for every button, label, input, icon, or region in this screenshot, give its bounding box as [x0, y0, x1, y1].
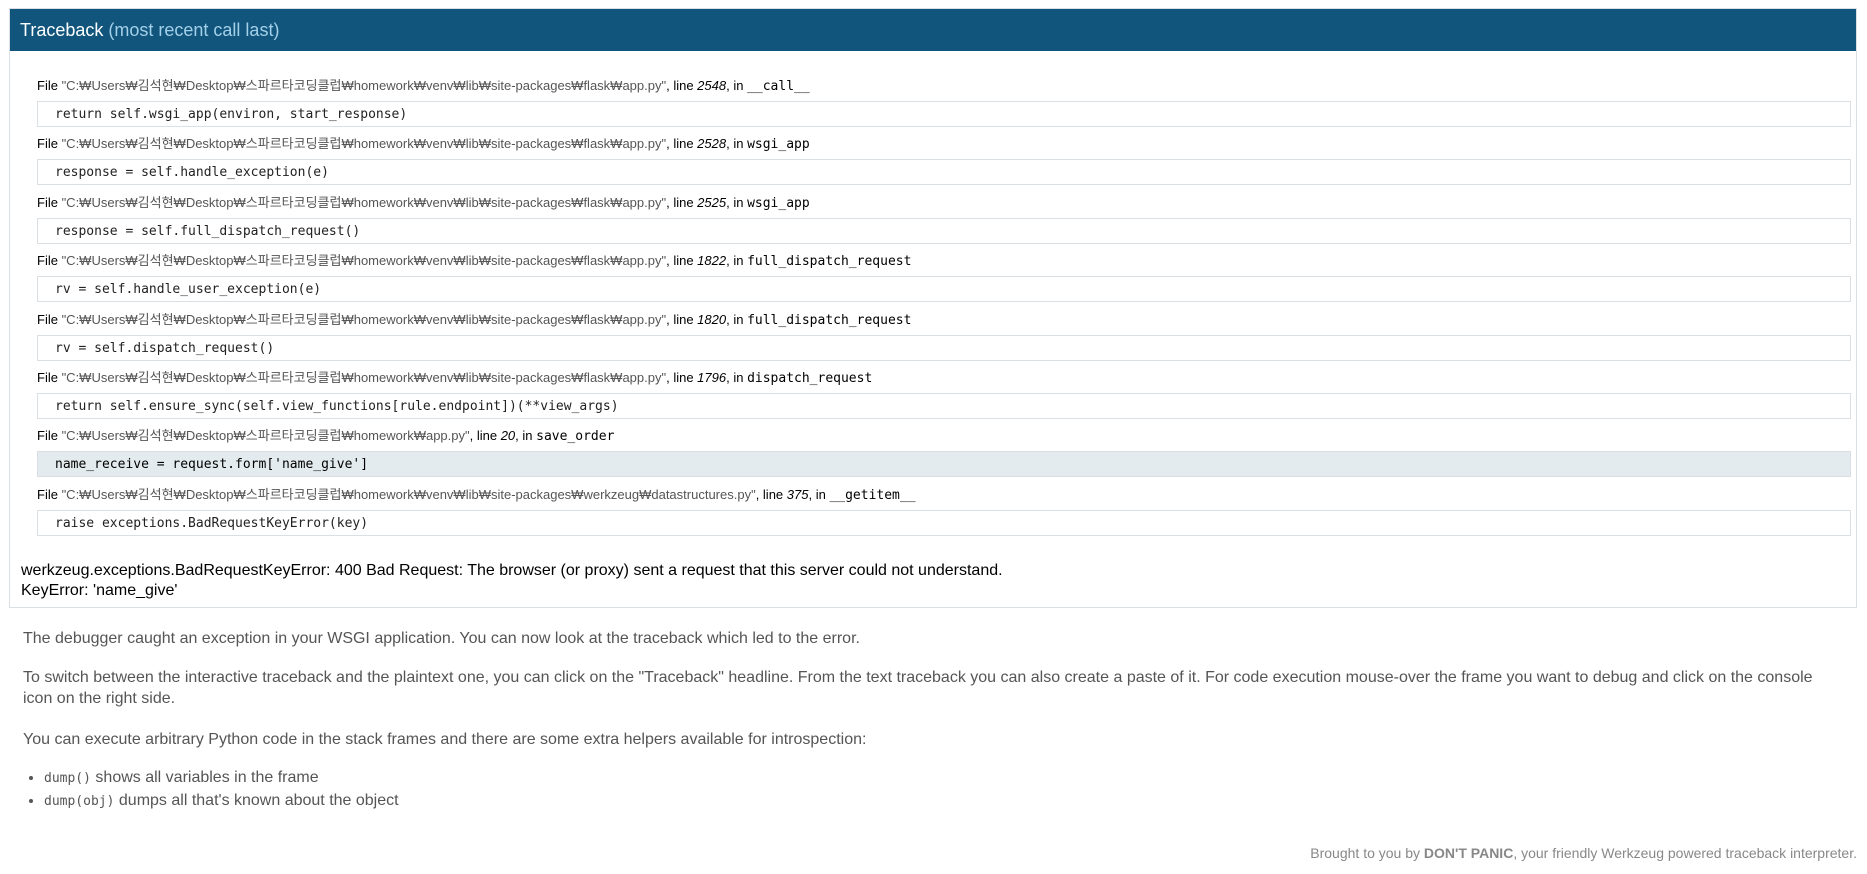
- frame-source-line[interactable]: response = self.handle_exception(e): [37, 159, 1851, 186]
- frame-lineno: 20: [500, 428, 516, 444]
- footer: Brought to you by DON'T PANIC, your frie…: [1310, 845, 1857, 861]
- traceback-subtitle[interactable]: (most recent call last): [108, 20, 279, 40]
- frame-line-label: , line: [666, 78, 698, 93]
- helper-text: dumps all that's known about the object: [114, 792, 399, 809]
- frame-filename: "C:₩Users₩김석현₩Desktop₩스파르타코딩클럽₩homework₩…: [61, 253, 667, 269]
- frame-line-label: , line: [666, 136, 698, 152]
- explanation-paragraph-3: You can execute arbitrary Python code in…: [23, 731, 867, 748]
- frame-location: File "C:₩Users₩김석현₩Desktop₩스파르타코딩클럽₩home…: [37, 369, 1851, 386]
- frame-function: wsgi_app: [747, 137, 810, 153]
- frame-prefix: File: [37, 253, 62, 269]
- frame-lineno: 2528: [697, 136, 727, 152]
- frame-lineno: 1820: [697, 311, 727, 327]
- frame-line-label: , line: [666, 253, 698, 269]
- frame-in-label: , in: [726, 194, 748, 210]
- frame-in-label: , in: [726, 369, 748, 385]
- frame-source-line[interactable]: raise exceptions.BadRequestKeyError(key): [37, 509, 1851, 536]
- frame-function: __getitem__: [829, 487, 916, 503]
- frame-in-label: , in: [726, 78, 748, 93]
- frame-in-label: , in: [726, 311, 748, 327]
- frame-location: File "C:₩Users₩김석현₩Desktop₩스파르타코딩클럽₩home…: [37, 77, 1851, 94]
- frame-prefix: File: [37, 136, 62, 152]
- traceback-frame[interactable]: File "C:₩Users₩김석현₩Desktop₩스파르타코딩클럽₩home…: [37, 252, 1851, 310]
- frame-prefix: File: [37, 311, 62, 327]
- traceback-frame[interactable]: File "C:₩Users₩김석현₩Desktop₩스파르타코딩클럽₩home…: [37, 311, 1851, 369]
- frame-prefix: File: [37, 194, 62, 210]
- frame-line-label: , line: [755, 486, 787, 502]
- frame-location: File "C:₩Users₩김석현₩Desktop₩스파르타코딩클럽₩home…: [37, 311, 1851, 328]
- frame-lineno: 2525: [697, 194, 727, 210]
- traceback-frame[interactable]: File "C:₩Users₩김석현₩Desktop₩스파르타코딩클럽₩home…: [37, 369, 1851, 427]
- frame-prefix: File: [37, 369, 62, 385]
- frame-source-line[interactable]: response = self.full_dispatch_request(): [37, 217, 1851, 244]
- frame-function: wsgi_app: [747, 195, 810, 211]
- frame-line-label: , line: [469, 428, 501, 444]
- frame-filename: "C:₩Users₩김석현₩Desktop₩스파르타코딩클럽₩homework₩…: [61, 194, 667, 210]
- frame-location: File "C:₩Users₩김석현₩Desktop₩스파르타코딩클럽₩home…: [37, 486, 1851, 503]
- explanation-paragraph-1: The debugger caught an exception in your…: [23, 630, 860, 647]
- frame-source-line[interactable]: return self.ensure_sync(self.view_functi…: [37, 392, 1851, 419]
- frame-lineno: 1796: [697, 369, 727, 385]
- exception-line-1: werkzeug.exceptions.BadRequestKeyError: …: [21, 562, 1003, 579]
- frame-lineno: 1822: [697, 253, 727, 269]
- frame-function: full_dispatch_request: [747, 254, 912, 270]
- helper-text: shows all variables in the frame: [90, 769, 319, 786]
- frame-lineno: 375: [786, 486, 809, 502]
- frame-in-label: , in: [726, 136, 748, 152]
- traceback-frame[interactable]: File "C:₩Users₩김석현₩Desktop₩스파르타코딩클럽₩home…: [37, 194, 1851, 252]
- frame-line-label: , line: [666, 369, 698, 385]
- frame-source-line[interactable]: rv = self.handle_user_exception(e): [37, 276, 1851, 303]
- frame-in-label: , in: [515, 428, 537, 444]
- frame-filename: "C:₩Users₩김석현₩Desktop₩스파르타코딩클럽₩homework₩…: [61, 428, 470, 444]
- frame-filename: "C:₩Users₩김석현₩Desktop₩스파르타코딩클럽₩homework₩…: [61, 311, 667, 327]
- frame-location: File "C:₩Users₩김석현₩Desktop₩스파르타코딩클럽₩home…: [37, 427, 1851, 444]
- frame-in-label: , in: [726, 253, 748, 269]
- frame-filename: "C:₩Users₩김석현₩Desktop₩스파르타코딩클럽₩homework₩…: [61, 78, 667, 93]
- footer-prefix: Brought to you by: [1310, 845, 1424, 861]
- frame-lineno: 2548: [697, 78, 727, 93]
- frame-prefix: File: [37, 428, 62, 444]
- frame-line-label: , line: [666, 194, 698, 210]
- frame-filename: "C:₩Users₩김석현₩Desktop₩스파르타코딩클럽₩homework₩…: [61, 369, 667, 385]
- frame-prefix: File: [37, 78, 62, 93]
- frame-function: save_order: [536, 429, 615, 445]
- helper-list: dump() shows all variables in the frame …: [23, 767, 399, 813]
- traceback-frame[interactable]: File "C:₩Users₩김석현₩Desktop₩스파르타코딩클럽₩home…: [37, 77, 1851, 135]
- helper-item: dump(obj) dumps all that's known about t…: [44, 790, 399, 813]
- traceback-frame[interactable]: File "C:₩Users₩김석현₩Desktop₩스파르타코딩클럽₩home…: [37, 135, 1851, 193]
- traceback-frame[interactable]: File "C:₩Users₩김석현₩Desktop₩스파르타코딩클럽₩home…: [37, 427, 1851, 485]
- traceback-frame[interactable]: File "C:₩Users₩김석현₩Desktop₩스파르타코딩클럽₩home…: [37, 486, 1851, 544]
- frame-location: File "C:₩Users₩김석현₩Desktop₩스파르타코딩클럽₩home…: [37, 194, 1851, 211]
- frame-source-line[interactable]: name_receive = request.form['name_give']: [37, 451, 1851, 478]
- frame-function: __call__: [747, 79, 810, 94]
- footer-suffix: , your friendly Werkzeug powered traceba…: [1513, 845, 1857, 861]
- exception-message: werkzeug.exceptions.BadRequestKeyError: …: [21, 561, 1003, 601]
- traceback-title[interactable]: Traceback: [20, 20, 103, 40]
- traceback-headline[interactable]: Traceback (most recent call last): [10, 9, 1856, 51]
- frame-function: dispatch_request: [747, 370, 873, 386]
- frame-line-label: , line: [666, 311, 698, 327]
- explanation-paragraph-2: To switch between the interactive traceb…: [23, 669, 1813, 707]
- frame-function: full_dispatch_request: [747, 312, 912, 328]
- frame-location: File "C:₩Users₩김석현₩Desktop₩스파르타코딩클럽₩home…: [37, 252, 1851, 269]
- frame-in-label: , in: [808, 486, 830, 502]
- helper-item: dump() shows all variables in the frame: [44, 767, 399, 790]
- frame-filename: "C:₩Users₩김석현₩Desktop₩스파르타코딩클럽₩homework₩…: [61, 136, 667, 152]
- footer-brand: DON'T PANIC: [1423, 845, 1514, 861]
- frame-prefix: File: [37, 486, 62, 502]
- frame-source-line[interactable]: return self.wsgi_app(environ, start_resp…: [37, 101, 1851, 127]
- helper-code: dump(obj): [44, 794, 115, 809]
- frame-list: File "C:₩Users₩김석현₩Desktop₩스파르타코딩클럽₩home…: [37, 77, 1851, 544]
- frame-location: File "C:₩Users₩김석현₩Desktop₩스파르타코딩클럽₩home…: [37, 135, 1851, 152]
- frame-filename: "C:₩Users₩김석현₩Desktop₩스파르타코딩클럽₩homework₩…: [61, 486, 756, 502]
- exception-line-2: KeyError: 'name_give': [21, 582, 178, 599]
- frame-source-line[interactable]: rv = self.dispatch_request(): [37, 334, 1851, 361]
- helper-code: dump(): [44, 771, 91, 786]
- traceback-panel: Traceback (most recent call last) File "…: [9, 8, 1857, 608]
